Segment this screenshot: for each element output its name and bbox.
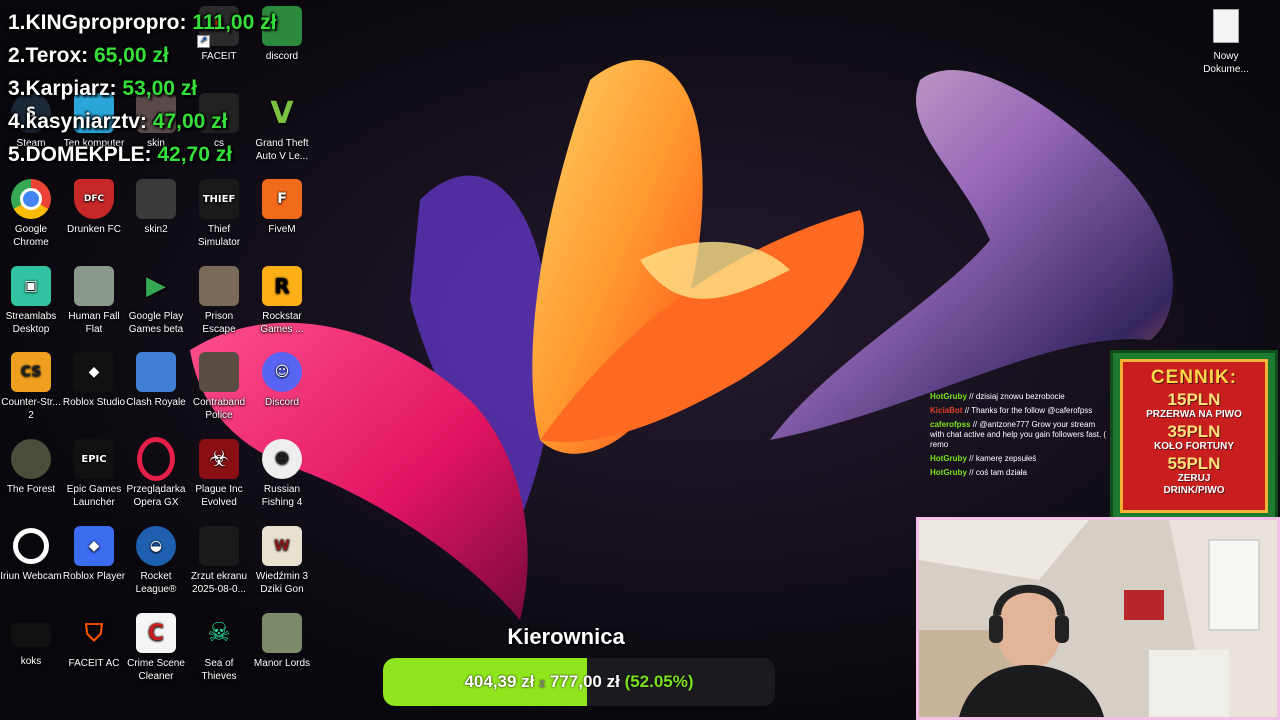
desktop-icon-fivem[interactable]: F FiveM bbox=[250, 179, 314, 236]
desktop-icon-sea-of-thieves[interactable]: ☠ Sea of Thieves bbox=[187, 613, 251, 683]
contraband-police-icon bbox=[199, 352, 239, 392]
price-item-price: 55PLN bbox=[1167, 454, 1221, 473]
goal-progress-text: 404,39 zł z 777,00 zł (52.05%) bbox=[383, 658, 775, 706]
pistol-icon bbox=[136, 179, 176, 219]
counter-strike-icon: CS bbox=[11, 352, 51, 392]
faceit-ac-icon: ⛉ bbox=[85, 618, 103, 647]
desktop-icon-iriun-webcam[interactable]: Iriun Webcam bbox=[0, 526, 63, 583]
price-item-price: 15PLN bbox=[1167, 390, 1221, 409]
chat-message: HotGruby // coś tam działa bbox=[930, 468, 1027, 477]
stream-chat: HotGruby // dzisiaj znowu bezrobocie Kic… bbox=[930, 390, 1110, 480]
screenshot-file-icon bbox=[199, 526, 239, 566]
desktop-icon-counter-strike[interactable]: CS Counter-Str... 2 bbox=[0, 352, 63, 422]
fivem-icon: F bbox=[262, 179, 302, 219]
webcam-feed bbox=[916, 517, 1280, 720]
desktop-icon-skin2[interactable]: skin2 bbox=[124, 179, 188, 236]
goal-progress-bar: 404,39 zł z 777,00 zł (52.05%) bbox=[383, 658, 775, 706]
roblox-studio-icon: ◆ bbox=[74, 352, 114, 392]
desktop-icon-thief[interactable]: THIEF Thief Simulator bbox=[187, 179, 251, 249]
desktop-icon-the-forest[interactable]: The Forest bbox=[0, 439, 63, 496]
discord-icon: ☺ bbox=[262, 352, 302, 392]
epic-games-icon: EPIC bbox=[74, 439, 114, 479]
rocket-league-icon: ◒ bbox=[136, 526, 176, 566]
desktop-icon-clash-royale[interactable]: Clash Royale bbox=[124, 352, 188, 409]
desktop-icon-epic-games[interactable]: EPIC Epic Games Launcher bbox=[62, 439, 126, 509]
desktop-icon-plague-inc[interactable]: ☣ Plague Inc Evolved bbox=[187, 439, 251, 509]
price-board-title: CENNIK: bbox=[1150, 367, 1238, 388]
desktop-icon-rocket-league[interactable]: ◒ Rocket League® bbox=[124, 526, 188, 596]
goal-target: 777,00 zł bbox=[549, 672, 620, 691]
price-board: CENNIK: 15PLN PRZERWA NA PIWO 35PLN KOŁO… bbox=[1110, 350, 1278, 522]
desktop-icon-crime-scene[interactable]: C Crime Scene Cleaner bbox=[124, 613, 188, 683]
koks-file-icon bbox=[11, 623, 51, 647]
desktop-icon-zrzut-ekranu[interactable]: Zrzut ekranu 2025-08-0... bbox=[187, 526, 251, 596]
leaderboard-row: 4.kasyniarztv: 47,00 zł bbox=[8, 110, 228, 133]
chat-message: HotGruby // dzisiaj znowu bezrobocie bbox=[930, 392, 1065, 401]
manor-lords-icon bbox=[262, 613, 302, 653]
webcam-scene bbox=[919, 520, 1277, 717]
price-item-desc: PRZERWA NA PIWO bbox=[1146, 409, 1242, 420]
the-forest-icon bbox=[11, 439, 51, 479]
chat-message: KiciaBot // Thanks for the follow @cafer… bbox=[930, 406, 1093, 415]
desktop-icon-roblox-player[interactable]: ◆ Roblox Player bbox=[62, 526, 126, 583]
desktop-icon-prison[interactable]: Prison Escape Simulator D... bbox=[187, 266, 251, 336]
leaderboard-row: 2.Terox: 65,00 zł bbox=[8, 44, 169, 67]
chat-message: caferofpss // @antzone777 Grow your stre… bbox=[930, 420, 1107, 449]
desktop-icon-drunken[interactable]: DFC Drunken FC bbox=[62, 179, 126, 236]
desktop-icon-faceit-ac[interactable]: ⛉ FACEIT AC bbox=[62, 613, 126, 670]
desktop-icon-human-fall[interactable]: Human Fall Flat bbox=[62, 266, 126, 336]
desktop-icon-koks[interactable]: koks bbox=[0, 613, 63, 668]
iriun-webcam-icon bbox=[11, 526, 51, 566]
leaderboard-row: 3.Karpiarz: 53,00 zł bbox=[8, 77, 198, 100]
desktop-icon-nowy-dokument[interactable]: Nowy Dokume... bbox=[1194, 6, 1258, 76]
desktop-icon-rockstar[interactable]: R Rockstar Games ... bbox=[250, 266, 314, 336]
sea-of-thieves-icon: ☠ bbox=[207, 617, 231, 648]
human-fall-flat-icon bbox=[74, 266, 114, 306]
leaderboard-row: 5.DOMEKPLE: 42,70 zł bbox=[8, 143, 233, 166]
streamlabs-icon: ▣ bbox=[11, 266, 51, 306]
google-play-games-icon: ▶ bbox=[146, 270, 166, 301]
drunken-fc-icon: DFC bbox=[74, 179, 114, 219]
chrome-icon bbox=[11, 179, 51, 219]
desktop-icon-google-play[interactable]: ▶ Google Play Games beta bbox=[124, 266, 188, 336]
chat-message: HotGruby // kamerę zepsułeś bbox=[930, 454, 1037, 463]
goal-current: 404,39 zł bbox=[464, 672, 535, 691]
roblox-player-icon: ◆ bbox=[74, 526, 114, 566]
price-board-panel: CENNIK: 15PLN PRZERWA NA PIWO 35PLN KOŁO… bbox=[1120, 359, 1268, 513]
desktop-icon-wiedzmin[interactable]: W Wiedźmin 3 Dziki Gon bbox=[250, 526, 314, 596]
desktop-icon-russian-fishing[interactable]: ☻ Russian Fishing 4 bbox=[250, 439, 314, 509]
opera-gx-icon bbox=[136, 437, 176, 481]
clash-royale-icon bbox=[136, 352, 176, 392]
donation-leaderboard: 1.KINGpropropro: 111,00 zł 2.Terox: 65,0… bbox=[8, 6, 276, 171]
goal-percent: (52.05%) bbox=[624, 672, 694, 691]
desktop-icon-contraband[interactable]: Contraband Police bbox=[187, 352, 251, 422]
russian-fishing-icon: ☻ bbox=[262, 439, 302, 479]
price-item-price: 35PLN bbox=[1167, 422, 1221, 441]
desktop-icon-discord[interactable]: ☺ Discord bbox=[250, 352, 314, 409]
witcher-icon: W bbox=[262, 526, 302, 566]
document-icon bbox=[1206, 6, 1246, 46]
desktop-icon-manor-lords[interactable]: Manor Lords bbox=[250, 613, 314, 670]
desktop-icon-chrome[interactable]: Google Chrome bbox=[0, 179, 63, 249]
thief-simulator-icon: THIEF bbox=[199, 179, 239, 219]
rockstar-icon: R bbox=[262, 266, 302, 306]
leaderboard-row: 1.KINGpropropro: 111,00 zł bbox=[8, 11, 277, 34]
plague-inc-icon: ☣ bbox=[199, 439, 239, 479]
price-item-desc: KOŁO FORTUNY bbox=[1154, 441, 1234, 452]
desktop-icon-opera-gx[interactable]: Przeglądarka Opera GX bbox=[124, 437, 188, 509]
price-item-desc: ZERUJ DRINK/PIWO bbox=[1163, 473, 1225, 496]
prison-escape-icon bbox=[199, 266, 239, 306]
desktop-icon-roblox-studio[interactable]: ◆ Roblox Studio bbox=[62, 352, 126, 409]
goal-title: Kierownica bbox=[507, 624, 625, 649]
crime-scene-cleaner-icon: C bbox=[136, 613, 176, 653]
desktop-icon-streamlabs[interactable]: ▣ Streamlabs Desktop bbox=[0, 266, 63, 336]
goal-separator: z bbox=[539, 676, 546, 690]
